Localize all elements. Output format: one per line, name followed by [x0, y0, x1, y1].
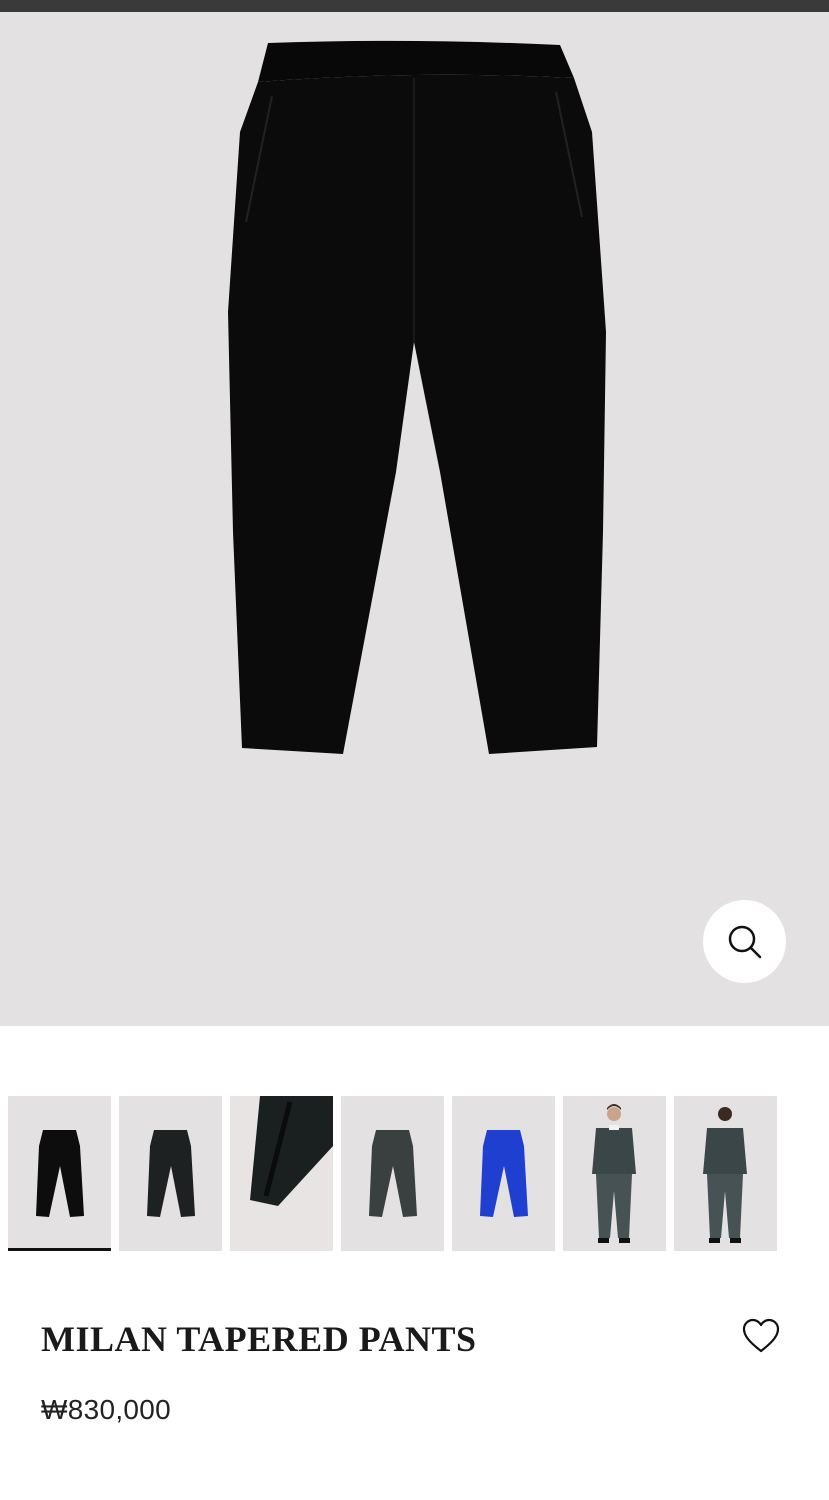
product-main-image[interactable] [0, 12, 829, 1026]
heart-icon [742, 1318, 780, 1353]
product-title: MILAN TAPERED PANTS [41, 1319, 477, 1359]
product-price: ₩830,000 [41, 1394, 172, 1425]
thumbnail-strip [8, 1096, 821, 1256]
selected-indicator [8, 1248, 111, 1251]
pants-thumb-illustration [147, 1130, 195, 1217]
pants-thumb-illustration [369, 1130, 417, 1217]
thumbnail-2[interactable] [119, 1096, 222, 1251]
top-status-strip [0, 0, 829, 12]
pants-thumb-illustration [480, 1130, 528, 1217]
detail-thumb-illustration [250, 1096, 333, 1206]
thumbnail-4[interactable] [341, 1096, 444, 1251]
thumbnail-5[interactable] [452, 1096, 555, 1251]
thumbnail-1[interactable] [8, 1096, 111, 1251]
thumbnail-7[interactable] [674, 1096, 777, 1251]
thumbnail-3[interactable] [230, 1096, 333, 1251]
zoom-button[interactable] [703, 900, 786, 983]
model-back-illustration [703, 1107, 747, 1243]
model-front-illustration [592, 1104, 636, 1243]
thumbnail-6[interactable] [563, 1096, 666, 1251]
wishlist-button[interactable] [740, 1316, 782, 1358]
pants-thumb-illustration [36, 1130, 84, 1217]
magnifier-icon [728, 925, 761, 958]
pants-main-illustration [228, 40, 606, 755]
